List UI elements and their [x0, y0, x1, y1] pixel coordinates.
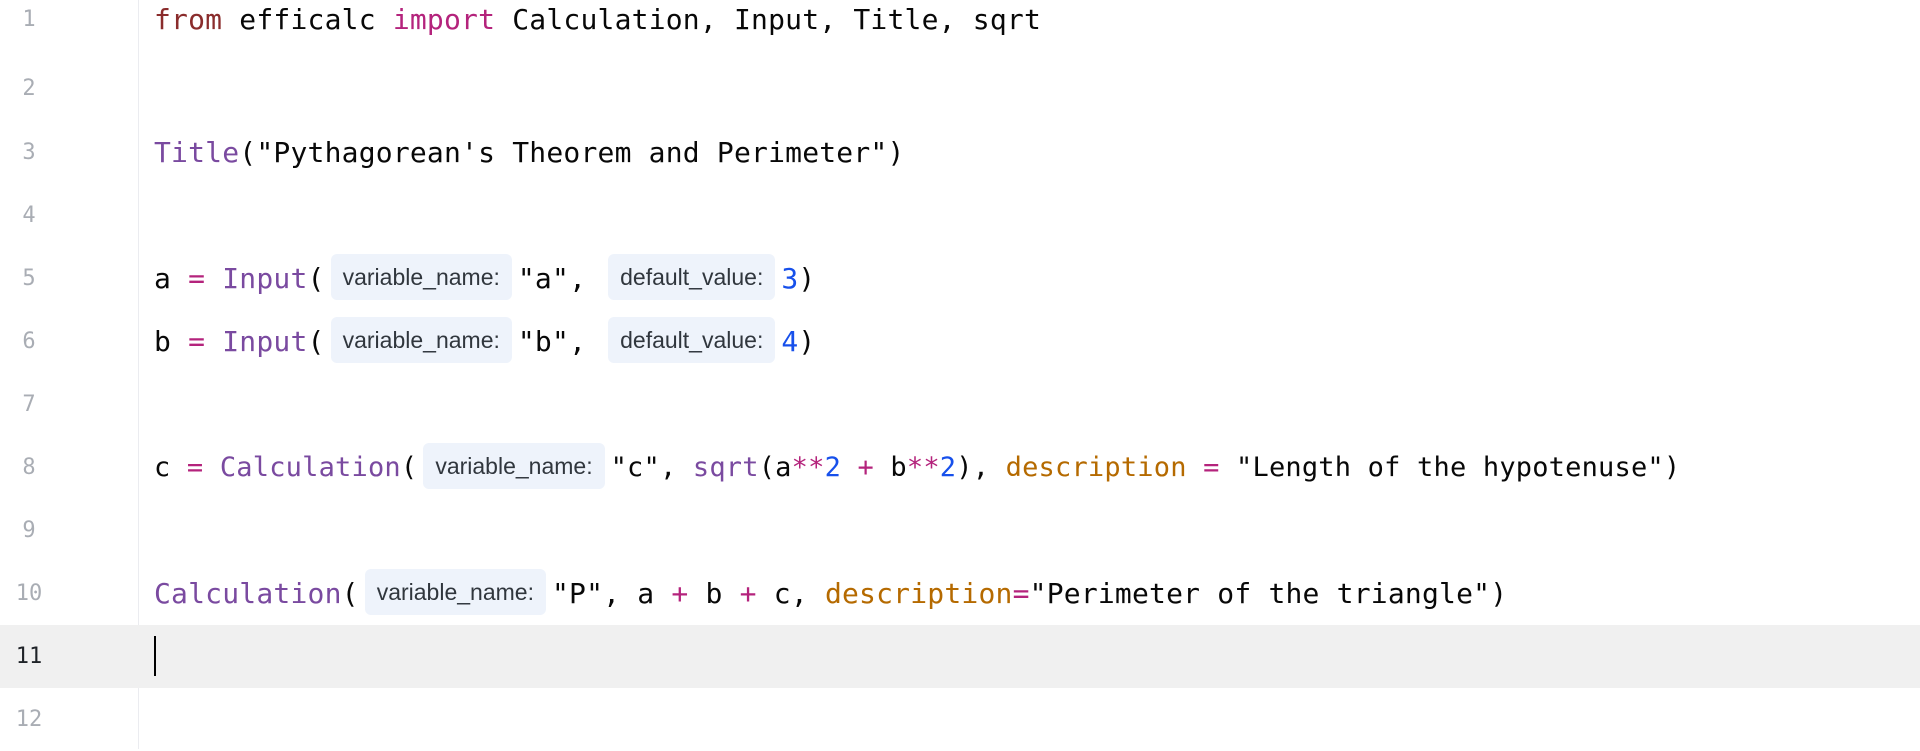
variable: b: [688, 577, 740, 610]
line-number: 10: [15, 581, 43, 606]
parameter-hint: variable_name:: [330, 317, 512, 363]
code-line-1[interactable]: 1 from efficalc import Calculation, Inpu…: [0, 0, 1920, 51]
text-cursor: [154, 636, 156, 676]
line-number: 6: [22, 329, 36, 354]
code-line-11-current[interactable]: 11: [0, 625, 1920, 688]
number-literal: 2: [939, 452, 957, 483]
operator: +: [671, 577, 689, 610]
code-line-9[interactable]: 9: [0, 499, 1920, 562]
paren: ): [887, 136, 905, 169]
code-content[interactable]: Calculation(variable_name: "P", a + b + c…: [154, 562, 1507, 625]
paren: (: [307, 262, 325, 295]
string-literal: "c": [610, 452, 660, 483]
code-line-8[interactable]: 8 c = Calculation(variable_name: "c", sqr…: [0, 436, 1920, 499]
keyword-import: import: [392, 3, 496, 36]
code-line-12[interactable]: 12: [0, 688, 1920, 751]
operator: **: [791, 452, 825, 483]
operator: =: [1186, 452, 1237, 483]
code-content[interactable]: Title("Pythagorean's Theorem and Perimet…: [154, 121, 905, 184]
function-call: sqrt: [692, 452, 759, 483]
string-literal: "a": [517, 262, 570, 295]
string-literal: "Length of the hypotenuse": [1236, 452, 1664, 483]
code-editor[interactable]: 1 from efficalc import Calculation, Inpu…: [0, 0, 1920, 749]
line-number: 1: [22, 7, 36, 32]
comma: ,: [659, 452, 693, 483]
paren: ): [798, 325, 816, 358]
code-line-4[interactable]: 4: [0, 184, 1920, 247]
number-literal: 3: [781, 262, 799, 295]
line-number: 2: [22, 76, 36, 101]
operator: +: [841, 452, 891, 483]
code-content[interactable]: [154, 625, 156, 688]
parameter-hint: default_value:: [608, 317, 776, 363]
expression: (a: [758, 452, 792, 483]
code-line-10[interactable]: 10 Calculation(variable_name: "P", a + b …: [0, 562, 1920, 625]
operator: **: [906, 452, 940, 483]
operator: =: [188, 325, 206, 358]
line-number: 7: [22, 392, 36, 417]
keyword-argument: description: [824, 577, 1013, 610]
code-line-6[interactable]: 6 b = Input(variable_name: "b", default_va…: [0, 310, 1920, 373]
paren: (: [307, 325, 325, 358]
parameter-hint: variable_name:: [364, 569, 546, 615]
expression: , a: [603, 577, 672, 610]
code-content[interactable]: from efficalc import Calculation, Input,…: [154, 0, 1041, 51]
operator: =: [1012, 577, 1030, 610]
import-names: Calculation, Input, Title, sqrt: [495, 3, 1042, 36]
line-number: 9: [22, 518, 36, 543]
string-literal: "P": [551, 577, 604, 610]
string-literal: "Perimeter of the triangle": [1029, 577, 1491, 610]
operator: =: [188, 262, 206, 295]
code-line-3[interactable]: 3 Title("Pythagorean's Theorem and Perim…: [0, 121, 1920, 184]
variable: a: [154, 262, 189, 295]
code-line-5[interactable]: 5 a = Input(variable_name: "a", default_va…: [0, 247, 1920, 310]
parameter-hint: default_value:: [608, 254, 776, 300]
line-number: 8: [22, 455, 36, 480]
string-literal: "b": [517, 325, 570, 358]
code-content[interactable]: a = Input(variable_name: "a", default_valu…: [154, 247, 815, 310]
comma: ,: [569, 325, 587, 358]
line-number: 11: [15, 644, 43, 669]
function-call: Input: [205, 262, 308, 295]
paren: (: [341, 577, 359, 610]
code-line-2[interactable]: 2: [0, 57, 1920, 120]
operator: +: [739, 577, 757, 610]
paren: ): [1663, 452, 1681, 483]
expression: ),: [956, 452, 1006, 483]
string-literal: "Pythagorean's Theorem and Perimeter": [256, 136, 888, 169]
line-number: 5: [22, 266, 36, 291]
module-name: efficalc: [222, 3, 393, 36]
paren: (: [400, 452, 418, 483]
function-call: Input: [205, 325, 308, 358]
number-literal: 2: [824, 452, 842, 483]
variable: b: [154, 325, 189, 358]
paren: ): [1490, 577, 1508, 610]
paren: ): [798, 262, 816, 295]
keyword-argument: description: [1005, 452, 1187, 483]
number-literal: 4: [781, 325, 799, 358]
variable: b: [890, 452, 907, 483]
line-number: 4: [22, 203, 36, 228]
function-call: Title: [154, 136, 240, 169]
comma: ,: [569, 262, 587, 295]
parameter-hint: variable_name:: [423, 442, 605, 489]
code-content[interactable]: c = Calculation(variable_name: "c", sqrt(…: [154, 436, 1680, 499]
keyword-from: from: [154, 3, 223, 36]
code-line-7[interactable]: 7: [0, 373, 1920, 436]
function-call: Calculation: [203, 452, 401, 483]
line-number: 3: [22, 140, 36, 165]
function-call: Calculation: [154, 577, 342, 610]
operator: =: [186, 452, 204, 483]
line-number: 12: [15, 707, 43, 732]
code-content[interactable]: b = Input(variable_name: "b", default_valu…: [154, 310, 815, 373]
expression: c,: [756, 577, 825, 610]
paren: (: [239, 136, 257, 169]
variable: c: [154, 452, 187, 483]
parameter-hint: variable_name:: [330, 254, 512, 300]
